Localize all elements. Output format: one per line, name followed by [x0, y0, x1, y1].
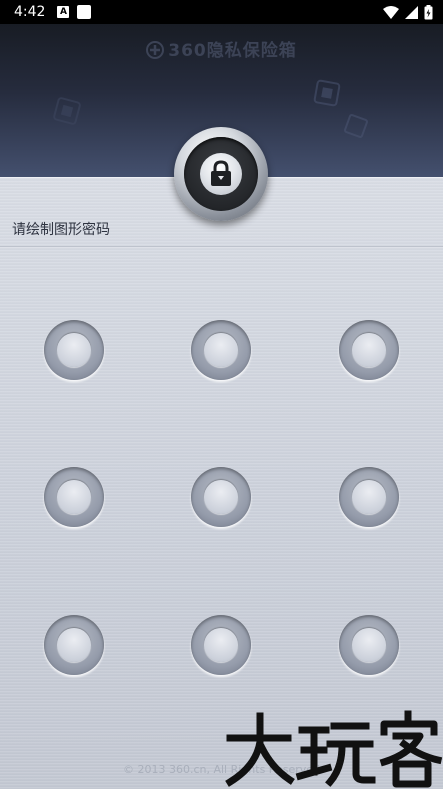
- pattern-dot-5[interactable]: [191, 467, 251, 527]
- pattern-dot-4[interactable]: [44, 467, 104, 527]
- a-notification-icon: A: [57, 6, 70, 18]
- brand-title: 360隐私保险箱: [0, 36, 443, 61]
- watermark-logo: [225, 710, 443, 788]
- decorative-frame-icon: [344, 114, 368, 138]
- square-notification-icon: [77, 5, 92, 19]
- pattern-dot-9[interactable]: [339, 615, 399, 675]
- battery-icon: [424, 4, 433, 19]
- pattern-dot-1[interactable]: [44, 320, 104, 380]
- status-icons: [383, 4, 433, 20]
- pattern-hint: 请绘制图形密码: [12, 222, 110, 238]
- pattern-dot-6[interactable]: [339, 467, 399, 527]
- lock-emblem: [174, 127, 268, 221]
- pattern-dot-7[interactable]: [44, 615, 104, 675]
- plus-circle-icon: [146, 41, 165, 59]
- pattern-dot-2[interactable]: [191, 320, 251, 380]
- divider: [0, 246, 443, 248]
- decorative-frame-icon: [53, 97, 81, 125]
- decorative-frame-icon: [313, 79, 341, 107]
- status-time: 4:42: [14, 4, 46, 20]
- pattern-dot-3[interactable]: [339, 320, 399, 380]
- padlock-icon: [211, 160, 231, 186]
- signal-icon: [405, 5, 418, 19]
- pattern-dot-8[interactable]: [191, 615, 251, 675]
- wifi-icon: [383, 5, 399, 19]
- brand-text: 360隐私保险箱: [168, 41, 297, 61]
- status-bar: 4:42 A: [0, 0, 443, 24]
